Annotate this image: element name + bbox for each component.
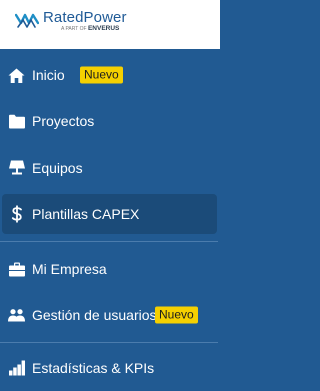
new-badge: Nuevo bbox=[80, 66, 123, 84]
sidebar-item-label: Mi Empresa bbox=[32, 261, 107, 277]
ratedpower-logo-icon bbox=[15, 13, 39, 28]
sidebar-item-proyectos[interactable]: Proyectos bbox=[0, 101, 220, 141]
bar-chart-icon bbox=[8, 360, 25, 377]
sidebar-item-inicio[interactable]: Inicio Nuevo bbox=[0, 55, 220, 95]
folder-icon bbox=[8, 113, 25, 130]
sidebar-item-equipos[interactable]: Equipos bbox=[0, 148, 220, 188]
sidebar-item-label: Gestión de usuarios bbox=[32, 307, 157, 323]
sidebar-item-mi-empresa[interactable]: Mi Empresa bbox=[0, 249, 220, 289]
sidebar-item-label: Plantillas CAPEX bbox=[32, 206, 140, 222]
sidebar-item-label: Equipos bbox=[32, 160, 83, 176]
sidebar-item-estadisticas-kpis[interactable]: Estadísticas & KPIs bbox=[0, 348, 220, 388]
sidebar-item-label: Inicio bbox=[32, 67, 65, 83]
briefcase-icon bbox=[8, 261, 25, 278]
brand-name: RatedPower bbox=[43, 9, 127, 26]
brand-sub-prefix: A PART OF bbox=[61, 26, 87, 32]
brand-subtitle: A PART OF ENVERUS bbox=[61, 25, 120, 32]
users-icon bbox=[8, 307, 25, 324]
dollar-icon bbox=[8, 205, 25, 223]
sidebar-item-gestion-usuarios[interactable]: Gestión de usuarios Nuevo bbox=[0, 295, 220, 335]
sidebar-item-plantillas-capex[interactable]: Plantillas CAPEX bbox=[2, 194, 217, 234]
sidebar-nav: Inicio Nuevo Proyectos Equipos Plantilla… bbox=[0, 49, 220, 391]
new-badge: Nuevo bbox=[155, 306, 198, 324]
sidebar-item-label: Estadísticas & KPIs bbox=[32, 360, 155, 376]
nav-divider bbox=[0, 241, 218, 242]
home-icon bbox=[8, 67, 25, 84]
nav-divider bbox=[0, 342, 218, 343]
solar-panel-icon bbox=[8, 160, 25, 177]
sidebar-item-label: Proyectos bbox=[32, 113, 95, 129]
brand-sub-company: ENVERUS bbox=[87, 25, 120, 32]
app-header: RatedPower A PART OF ENVERUS bbox=[0, 0, 220, 49]
